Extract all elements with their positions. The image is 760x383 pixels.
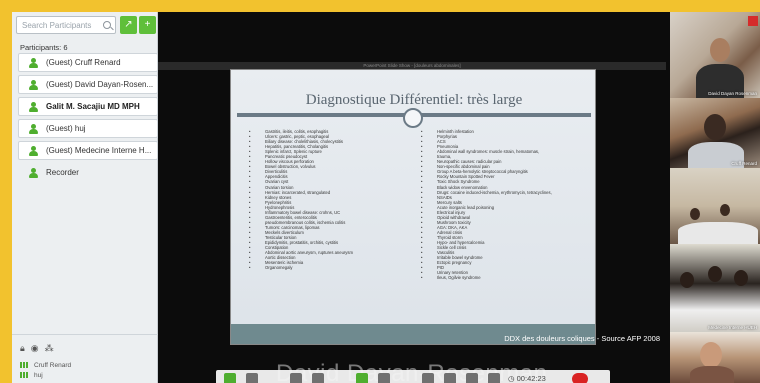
search-placeholder: Search Participants <box>22 21 92 30</box>
audio-level-icon <box>20 362 28 369</box>
participant-name: (Guest) huj <box>46 124 86 133</box>
participant-face <box>690 208 700 220</box>
active-speaker: Cruff Renard <box>20 362 71 369</box>
call-timer: ◷ 00:42:23 <box>508 374 546 383</box>
lock-icon[interactable]: 🔒︎ <box>20 343 31 353</box>
participant-name: (Guest) David Dayan-Rosen... <box>46 80 154 89</box>
participant-body <box>678 222 758 244</box>
participant-name: (Guest) Medecine Interne H... <box>46 146 152 155</box>
video-tile[interactable] <box>670 168 760 244</box>
active-speaker: huj <box>20 372 43 379</box>
participant-name: (Guest) Cruff Renard <box>46 58 121 67</box>
share-screen-icon[interactable] <box>290 373 302 383</box>
participant-item[interactable]: (Guest) huj <box>18 119 158 138</box>
presentation-slide: Diagnostique Différentiel: très large Ga… <box>230 69 596 345</box>
video-tile[interactable]: Medecine Interne HUEH <box>670 244 760 332</box>
camera-icon[interactable] <box>422 373 434 383</box>
video-label: Medecine Interne HUEH <box>708 325 757 330</box>
settings-gear-icon[interactable] <box>488 373 500 383</box>
slide-circle-decoration <box>403 108 423 128</box>
speaker-name: Cruff Renard <box>34 362 72 369</box>
person-icon <box>29 102 39 112</box>
slide-title: Diagnostique Différentiel: très large <box>305 92 523 108</box>
add-participant-button[interactable]: + <box>139 16 156 34</box>
logo-icon <box>748 16 758 26</box>
slide-caption: DDX des douleurs coliques - Source AFP 2… <box>504 334 660 343</box>
layout-icon[interactable] <box>378 373 390 383</box>
participants-panel: Search Participants ↗ + Participants: 6 … <box>12 12 158 383</box>
participants-count: Participants: 6 <box>20 43 68 52</box>
video-label: David Dayan Rosenman <box>708 91 757 96</box>
chat-icon[interactable] <box>246 373 258 383</box>
participant-item[interactable]: (Guest) Cruff Renard <box>18 53 158 72</box>
microphone-icon[interactable] <box>444 373 456 383</box>
add-user-icon: + <box>144 19 151 30</box>
participant-face <box>680 272 694 288</box>
participant-item[interactable]: Recorder <box>18 163 158 182</box>
share-button[interactable]: ↗ <box>120 16 137 34</box>
person-icon <box>29 58 39 68</box>
participant-item[interactable]: (Guest) Medecine Interne H... <box>18 141 158 160</box>
participant-face <box>734 270 748 286</box>
person-icon <box>29 80 39 90</box>
participant-face <box>710 38 730 62</box>
speaker-icon[interactable] <box>466 373 478 383</box>
participant-item[interactable]: Galit M. Sacajiu MD MPH <box>18 97 158 116</box>
participant-face <box>708 266 722 282</box>
slide-left-column: Gastritis, ileitis, colitis, esophagitis… <box>249 129 419 270</box>
sidebar-footer-icons: 🔒︎◉⁂ <box>20 343 60 354</box>
search-participants-input[interactable]: Search Participants <box>16 16 116 34</box>
video-tile[interactable]: Cruff Renard <box>670 98 760 168</box>
slide-bullet-item: Ileus, Ogilvie syndrome <box>421 275 591 280</box>
video-tile[interactable]: David Dayan Rosenman <box>670 12 760 98</box>
slide-bullet-item: Organomegaly <box>249 265 419 270</box>
snapshot-icon[interactable] <box>312 373 324 383</box>
participants-list: (Guest) Cruff Renard (Guest) David Dayan… <box>18 53 158 185</box>
search-icon <box>103 21 111 29</box>
participant-face <box>720 204 730 216</box>
people-icon[interactable]: ⁂ <box>45 343 60 353</box>
globe-icon[interactable]: ◉ <box>31 343 45 353</box>
video-strip: David Dayan Rosenman Cruff Renard Medeci… <box>666 12 760 383</box>
person-icon <box>29 146 39 156</box>
video-tile[interactable] <box>670 332 760 383</box>
meeting-window: Search Participants ↗ + Participants: 6 … <box>12 12 760 383</box>
person-icon <box>29 124 39 134</box>
participant-face <box>700 342 722 368</box>
apps-icon[interactable] <box>356 373 368 383</box>
participants-toggle-icon[interactable] <box>224 373 236 383</box>
participant-item[interactable]: (Guest) David Dayan-Rosen... <box>18 75 158 94</box>
search-row: Search Participants ↗ + <box>16 16 156 34</box>
meeting-toolbar: ◷ 00:42:23 <box>216 370 610 383</box>
shared-screen: PowerPoint Slide Show - [douleurs abdomi… <box>158 12 666 383</box>
speaker-name: huj <box>34 372 43 379</box>
participant-name: Recorder <box>46 168 79 177</box>
video-label: Cruff Renard <box>731 161 757 166</box>
call-timer-value: 00:42:23 <box>516 374 546 383</box>
hang-up-button[interactable] <box>572 373 588 383</box>
slide-right-column: Helminth infestationPorphyriasACSPneumon… <box>421 129 591 280</box>
audio-level-icon <box>20 372 28 379</box>
sidebar-footer: 🔒︎◉⁂ Cruff Renard huj <box>12 334 158 383</box>
participant-face <box>704 114 726 140</box>
participant-body <box>690 366 734 383</box>
share-icon: ↗ <box>124 19 133 30</box>
person-icon <box>29 168 39 178</box>
participant-name: Galit M. Sacajiu MD MPH <box>46 102 140 111</box>
